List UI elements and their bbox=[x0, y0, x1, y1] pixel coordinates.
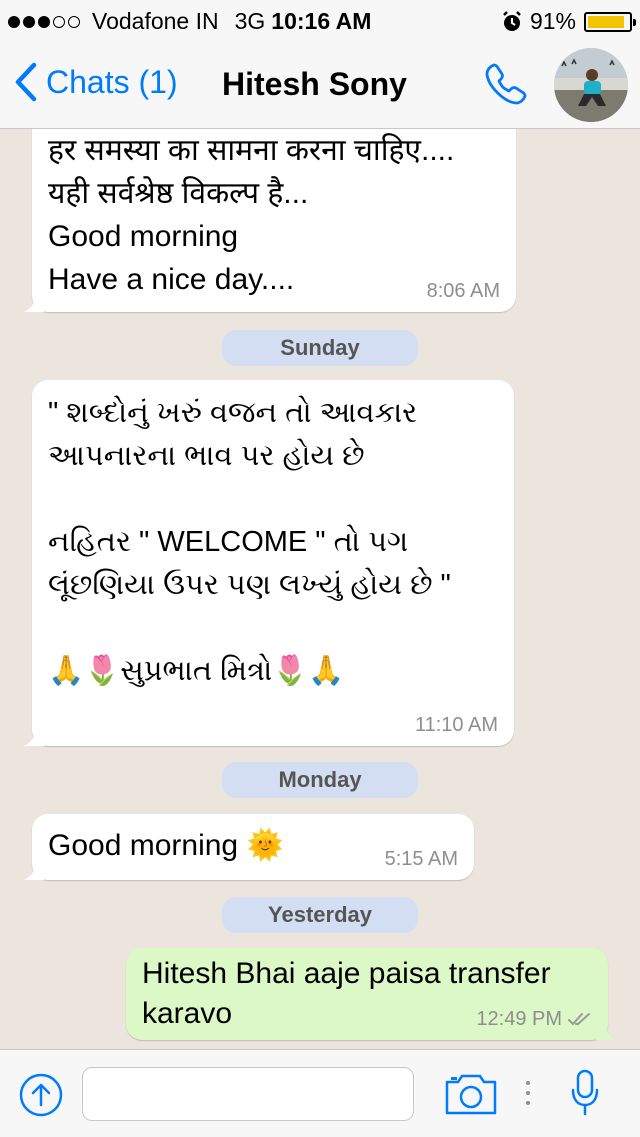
message-time: 8:06 AM bbox=[426, 280, 500, 302]
message-time: 11:10 AM bbox=[414, 714, 498, 736]
battery-percent: 91% bbox=[529, 8, 576, 34]
message-input[interactable] bbox=[82, 1067, 414, 1121]
status-time: 10:16 AM bbox=[271, 8, 372, 34]
arrow-up-circle-icon bbox=[19, 1073, 63, 1117]
alarm-clock-icon bbox=[503, 10, 521, 31]
chat-header: Chats (1) Hitesh Sony bbox=[0, 40, 640, 129]
message-list[interactable]: हर समस्या का सामना करना चाहिए.... यही सर… bbox=[0, 129, 640, 1049]
message-bubble-incoming[interactable]: Good morning 🌞 5:15 AM bbox=[24, 814, 474, 880]
message-time-status: 12:49 PM bbox=[476, 1008, 594, 1030]
vertical-dots-icon bbox=[524, 1080, 532, 1111]
phone-icon bbox=[485, 63, 527, 105]
back-button[interactable]: Chats (1) bbox=[14, 62, 178, 102]
date-separator: Sunday bbox=[222, 330, 418, 366]
contact-avatar[interactable] bbox=[554, 48, 628, 122]
message-bubble-incoming[interactable]: " શબ્દોનું ખરું વજન તો આવકાર આપનારના ભાવ… bbox=[24, 380, 514, 746]
message-time: 12:49 PM bbox=[476, 1008, 562, 1030]
message-bubble-outgoing[interactable]: Hitesh Bhai aaje paisa transfer karavo 1… bbox=[126, 948, 616, 1040]
status-left: Vodafone IN 3G 10:16 AM bbox=[8, 8, 371, 35]
contact-name[interactable]: Hitesh Sony bbox=[222, 66, 407, 103]
message-bubble-incoming[interactable]: हर समस्या का सामना करना चाहिए.... यही सर… bbox=[24, 129, 516, 312]
message-text: हर समस्या का सामना करना चाहिए.... यही सर… bbox=[48, 134, 455, 296]
bubble-tail bbox=[24, 726, 44, 746]
camera-icon bbox=[445, 1074, 497, 1115]
composer-bar bbox=[0, 1049, 640, 1137]
bubble-tail bbox=[596, 1020, 616, 1040]
battery-icon bbox=[584, 11, 636, 32]
chevron-left-icon bbox=[15, 62, 37, 102]
bubble-tail bbox=[24, 292, 44, 312]
battery-fill bbox=[588, 15, 625, 28]
attach-button[interactable] bbox=[18, 1072, 64, 1123]
call-button[interactable] bbox=[482, 60, 530, 113]
camera-button[interactable] bbox=[444, 1072, 498, 1121]
double-check-icon bbox=[568, 1013, 590, 1025]
avatar-photo bbox=[554, 48, 628, 122]
carrier-name: Vodafone IN bbox=[92, 8, 219, 34]
microphone-icon bbox=[571, 1069, 599, 1116]
status-right: 91% bbox=[502, 8, 636, 35]
message-text: " શબ્દોનું ખરું વજન તો આવકાર આપનારના ભાવ… bbox=[48, 397, 451, 687]
date-separator: Yesterday bbox=[222, 897, 418, 933]
status-bar: Vodafone IN 3G 10:16 AM 91% bbox=[0, 0, 640, 40]
back-label: Chats (1) bbox=[46, 63, 178, 100]
signal-strength-icon bbox=[8, 15, 80, 28]
date-separator: Monday bbox=[222, 762, 418, 798]
network-type: 3G bbox=[234, 8, 266, 34]
voice-record-button[interactable] bbox=[570, 1068, 600, 1123]
bubble-tail bbox=[24, 860, 44, 880]
message-time: 5:15 AM bbox=[384, 848, 458, 870]
